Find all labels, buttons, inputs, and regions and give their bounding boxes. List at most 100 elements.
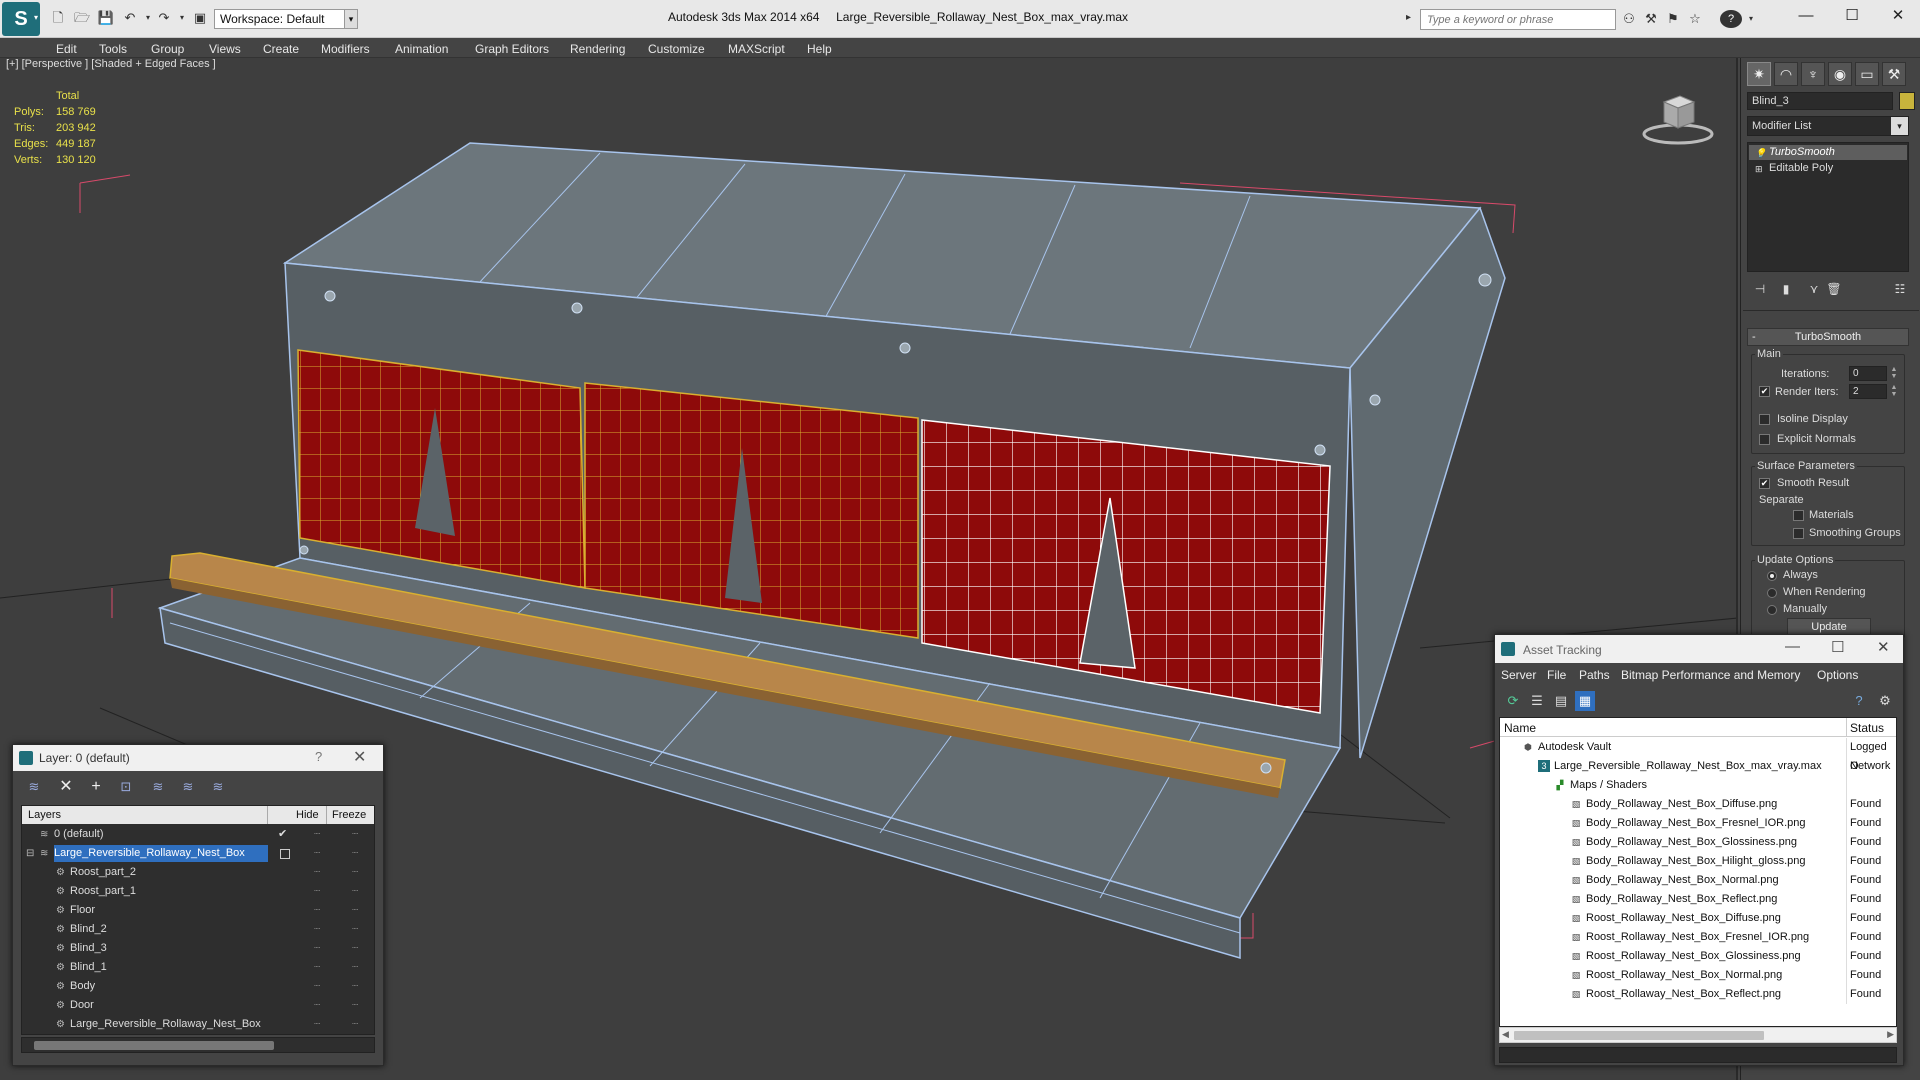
- render-iters-spinner[interactable]: 2: [1849, 384, 1887, 399]
- col-status[interactable]: Status: [1850, 721, 1884, 735]
- make-unique-icon[interactable]: ⋎: [1803, 280, 1825, 298]
- close-icon[interactable]: ✕: [1880, 5, 1916, 27]
- spinner-arrows-icon[interactable]: ▲ ▼: [1889, 384, 1899, 399]
- hide-toggle[interactable]: ┈: [314, 920, 320, 939]
- list-view-icon[interactable]: ☰: [1527, 691, 1547, 711]
- layer-row[interactable]: ⚙ Roost_part_2 ┈ ┈: [22, 863, 374, 882]
- freeze-toggle[interactable]: ┈: [352, 863, 358, 882]
- layer-row[interactable]: ⚙ Body ┈ ┈: [22, 977, 374, 996]
- create-tab-icon[interactable]: ✷: [1747, 62, 1771, 86]
- explicit-normals-checkbox[interactable]: [1759, 434, 1770, 445]
- motion-tab-icon[interactable]: ◉: [1828, 62, 1852, 86]
- table-row[interactable]: ⬢ Autodesk Vault Logged O: [1500, 738, 1896, 772]
- table-row[interactable]: ▧ Body_Rollaway_Nest_Box_Normal.png Found: [1500, 871, 1896, 890]
- menu-options[interactable]: Options: [1817, 668, 1858, 682]
- menu-group[interactable]: Group: [151, 42, 184, 56]
- horizontal-scrollbar[interactable]: [21, 1037, 375, 1053]
- close-icon[interactable]: ✕: [1877, 638, 1890, 656]
- redo-dropdown-icon[interactable]: ▾: [172, 8, 192, 28]
- table-row[interactable]: ▧ Roost_Rollaway_Nest_Box_Fresnel_IOR.png…: [1500, 928, 1896, 947]
- favorites-star-icon[interactable]: ☆: [1686, 10, 1704, 28]
- menu-paths[interactable]: Paths: [1579, 668, 1610, 682]
- spinner-arrows-icon[interactable]: ▲ ▼: [1889, 366, 1899, 381]
- set-current-box[interactable]: [280, 849, 290, 859]
- hide-toggle[interactable]: ┈: [314, 825, 320, 844]
- freeze-toggle[interactable]: ┈: [352, 882, 358, 901]
- app-menu-button[interactable]: S ▾: [2, 2, 40, 36]
- freeze-all-layers-icon[interactable]: ≋: [207, 777, 229, 797]
- viewcube-icon[interactable]: [1640, 88, 1716, 148]
- maximize-icon[interactable]: ☐: [1831, 638, 1844, 656]
- table-row[interactable]: ▧ Roost_Rollaway_Nest_Box_Reflect.png Foun…: [1500, 985, 1896, 1004]
- menu-graph-editors[interactable]: Graph Editors: [475, 42, 549, 56]
- redo-icon[interactable]: ↷: [154, 8, 174, 28]
- col-name[interactable]: Name: [1504, 721, 1536, 735]
- freeze-toggle[interactable]: ┈: [352, 901, 358, 920]
- workspace-options-button[interactable]: ▾: [344, 9, 358, 29]
- undo-icon[interactable]: ↶: [120, 8, 140, 28]
- hide-all-layers-icon[interactable]: ≋: [177, 777, 199, 797]
- menu-customize[interactable]: Customize: [648, 42, 705, 56]
- menu-maxscript[interactable]: MAXScript: [728, 42, 785, 56]
- table-row[interactable]: ▧ Roost_Rollaway_Nest_Box_Glossiness.png F…: [1500, 947, 1896, 966]
- smoothing-groups-checkbox[interactable]: [1793, 528, 1804, 539]
- freeze-toggle[interactable]: ┈: [352, 920, 358, 939]
- hide-toggle[interactable]: ┈: [314, 977, 320, 996]
- help-icon[interactable]: ?: [315, 749, 322, 764]
- subscription-icon[interactable]: ⚒: [1642, 10, 1660, 28]
- table-view-icon[interactable]: ▦: [1575, 691, 1595, 711]
- table-row[interactable]: ▧ Body_Rollaway_Nest_Box_Reflect.png Found: [1500, 890, 1896, 909]
- help-icon[interactable]: ?: [1849, 691, 1869, 711]
- search-box[interactable]: [1420, 9, 1616, 30]
- layer-row[interactable]: ⚙ Roost_part_1 ┈ ┈: [22, 882, 374, 901]
- show-end-result-icon[interactable]: ▮: [1775, 280, 1797, 298]
- freeze-toggle[interactable]: ┈: [352, 825, 358, 844]
- hide-toggle[interactable]: ┈: [314, 996, 320, 1015]
- select-objects-icon[interactable]: ⊡: [115, 777, 137, 797]
- add-to-layer-icon[interactable]: +: [85, 777, 107, 797]
- minimize-icon[interactable]: —: [1788, 5, 1824, 27]
- layer-row[interactable]: ⚙ Large_Reversible_Rollaway_Nest_Box ┈ ┈: [22, 1015, 374, 1034]
- col-freeze[interactable]: Freeze: [332, 809, 366, 821]
- menu-server[interactable]: Server: [1501, 668, 1536, 682]
- hide-toggle[interactable]: ┈: [314, 1015, 320, 1034]
- table-row[interactable]: ▧ Body_Rollaway_Nest_Box_Diffuse.png Found: [1500, 795, 1896, 814]
- scroll-right-icon[interactable]: ▶: [1887, 1029, 1894, 1040]
- iterations-spinner[interactable]: 0: [1849, 366, 1887, 381]
- help-icon[interactable]: ?: [1720, 10, 1742, 28]
- table-row[interactable]: 3 Large_Reversible_Rollaway_Nest_Box_max_…: [1500, 757, 1896, 776]
- layer-row[interactable]: ⚙ Blind_3 ┈ ┈: [22, 939, 374, 958]
- remove-modifier-icon[interactable]: 🗑: [1823, 280, 1845, 298]
- modify-tab-icon[interactable]: ◠: [1774, 62, 1798, 86]
- current-layer-check-icon[interactable]: ✔: [278, 825, 287, 844]
- when-rendering-radio[interactable]: [1767, 588, 1777, 598]
- freeze-toggle[interactable]: ┈: [352, 844, 358, 863]
- create-layer-icon[interactable]: ≋: [23, 777, 45, 797]
- asset-dialog-titlebar[interactable]: Asset Tracking — ☐ ✕: [1495, 635, 1903, 663]
- scrollbar-thumb[interactable]: [34, 1041, 274, 1050]
- table-row[interactable]: ▧ Roost_Rollaway_Nest_Box_Diffuse.png Foun…: [1500, 909, 1896, 928]
- lightbulb-icon[interactable]: 💡: [1755, 146, 1766, 161]
- hide-toggle[interactable]: ┈: [314, 863, 320, 882]
- hide-toggle[interactable]: ┈: [314, 882, 320, 901]
- menu-bitmap-performance[interactable]: Bitmap Performance and Memory: [1621, 668, 1800, 682]
- layer-row[interactable]: ≋ 0 (default) ✔ ┈ ┈: [22, 825, 374, 844]
- layer-dialog-titlebar[interactable]: Layer: 0 (default) ? ✕: [13, 745, 383, 771]
- table-row[interactable]: ▧ Body_Rollaway_Nest_Box_Hilight_gloss.pn…: [1500, 852, 1896, 871]
- smooth-result-checkbox[interactable]: ✔: [1759, 478, 1770, 489]
- horizontal-scrollbar[interactable]: ◀ ▶: [1499, 1027, 1897, 1043]
- refresh-icon[interactable]: ⟳: [1503, 691, 1523, 711]
- modifier-list-dropdown[interactable]: Modifier List: [1747, 116, 1909, 136]
- configure-modifier-sets-icon[interactable]: ☷: [1889, 280, 1911, 298]
- project-folder-icon[interactable]: ▣: [190, 8, 210, 28]
- search-expand-icon[interactable]: ▸: [1406, 12, 1411, 23]
- delete-layer-icon[interactable]: ✕: [55, 777, 77, 797]
- help-dropdown-icon[interactable]: ▾: [1742, 10, 1760, 28]
- highlight-layer-icon[interactable]: ≋: [147, 777, 169, 797]
- hide-toggle[interactable]: ┈: [314, 844, 320, 863]
- menu-help[interactable]: Help: [807, 42, 832, 56]
- pin-stack-icon[interactable]: ⊣: [1749, 280, 1771, 298]
- utilities-tab-icon[interactable]: ⚒: [1882, 62, 1906, 86]
- object-name-field[interactable]: Blind_3: [1747, 92, 1893, 110]
- viewport-label[interactable]: [+] [Perspective ] [Shaded + Edged Faces…: [6, 58, 216, 70]
